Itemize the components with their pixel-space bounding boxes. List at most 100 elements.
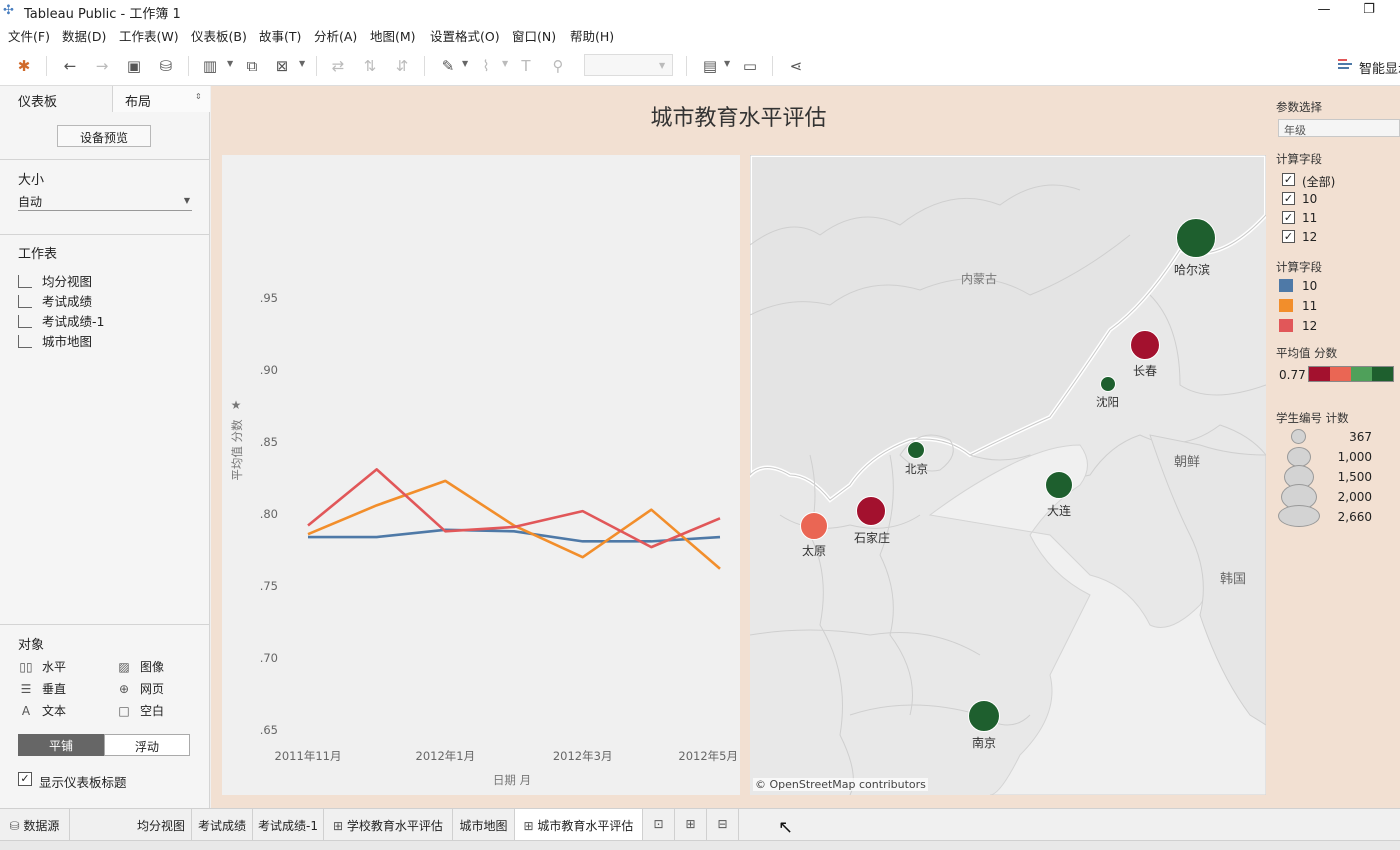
line-chart[interactable]: .95.90.85.80.75.70.65.602011年11月2012年1月2… — [222, 155, 740, 809]
menu-worksheet[interactable]: 工作表(W) — [119, 26, 179, 45]
x-tick-label: 2012年3月 — [553, 749, 613, 763]
new-dashboard-tab-icon[interactable]: ⊞ — [675, 809, 707, 840]
chevron-down-icon[interactable]: ▼ — [462, 59, 468, 68]
city-marker[interactable] — [856, 496, 886, 526]
color-label[interactable]: 12 — [1302, 319, 1317, 333]
new-worksheet-tab-icon[interactable]: ⊡ — [643, 809, 675, 840]
ramp-stop — [1372, 367, 1393, 381]
tab-dashboard[interactable]: 仪表板 — [0, 86, 113, 112]
tab-label: 数据源 — [23, 819, 60, 833]
city-marker[interactable] — [1130, 330, 1160, 360]
sheet-item[interactable]: 考试成绩 — [18, 291, 92, 309]
menu-story[interactable]: 故事(T) — [259, 26, 301, 45]
menu-file[interactable]: 文件(F) — [8, 26, 50, 45]
tiled-button[interactable]: 平铺 — [18, 734, 104, 756]
color-label[interactable]: 11 — [1302, 299, 1317, 313]
line-chart-panel[interactable]: .95.90.85.80.75.70.65.602011年11月2012年1月2… — [222, 155, 740, 809]
tab-layout[interactable]: 布局 ⇕ — [113, 86, 210, 112]
menu-map[interactable]: 地图(M) — [370, 26, 416, 45]
save-icon[interactable]: ▣ — [124, 56, 144, 76]
minimize-icon[interactable]: — — [1312, 2, 1336, 20]
tab-dashboard-sheet-active[interactable]: ⊞ 城市教育水平评估 — [515, 809, 643, 840]
filter-checkbox[interactable]: ✓ — [1282, 173, 1295, 186]
map-attribution[interactable]: © OpenStreetMap contributors — [753, 778, 928, 791]
size-circle — [1278, 505, 1320, 527]
show-title-checkbox[interactable]: ✓ — [18, 772, 32, 786]
map-label-neimenggu: 内蒙古 — [961, 272, 998, 286]
filter-checkbox[interactable]: ✓ — [1282, 192, 1295, 205]
object-vertical[interactable]: ☰ 垂直 — [18, 680, 66, 697]
legend-pane: 参数选择 年级 计算字段 ✓ (全部) ✓ 10 ✓ 11 ✓ 12 计算字段 … — [1275, 86, 1400, 808]
smart-show-label[interactable]: 智能显示 — [1359, 58, 1400, 77]
show-labels-icon[interactable]: T — [516, 56, 536, 76]
object-blank[interactable]: □ 空白 — [116, 702, 164, 719]
size-legend-title: 学生编号 计数 — [1276, 411, 1349, 425]
ramp-stop — [1351, 367, 1372, 381]
city-marker[interactable] — [907, 441, 925, 459]
swap-rows-columns-icon[interactable]: ⇄ — [328, 56, 348, 76]
chevron-down-icon[interactable]: ▼ — [724, 59, 730, 68]
sheet-item[interactable]: 均分视图 — [18, 271, 92, 289]
x-axis-title: 日期 月 — [493, 773, 531, 787]
chevron-down-icon[interactable]: ▼ — [299, 59, 305, 68]
floating-button[interactable]: 浮动 — [104, 734, 190, 756]
clear-sheet-icon[interactable]: ⊠ — [272, 56, 292, 76]
share-icon[interactable]: ⋖ — [786, 56, 806, 76]
chevron-down-icon[interactable]: ▼ — [227, 59, 233, 68]
restore-icon[interactable]: ❐ — [1357, 2, 1381, 20]
sort-descending-icon[interactable]: ⇵ — [392, 56, 412, 76]
chevron-down-icon: ▼ — [183, 196, 190, 205]
tab-data-source[interactable]: ⛁ 数据源 — [0, 809, 70, 840]
color-label[interactable]: 10 — [1302, 279, 1317, 293]
filter-checkbox[interactable]: ✓ — [1282, 230, 1295, 243]
tab-sheet[interactable]: 城市地图 — [453, 809, 515, 840]
object-image[interactable]: ▨ 图像 — [116, 658, 164, 675]
sheet-item[interactable]: 城市地图 — [18, 331, 92, 349]
filter-checkbox[interactable]: ✓ — [1282, 211, 1295, 224]
object-label: 文本 — [42, 704, 67, 718]
undo-icon[interactable]: ← — [60, 56, 80, 76]
menu-dashboard[interactable]: 仪表板(B) — [191, 26, 247, 45]
group-icon[interactable]: ⌇ — [476, 56, 496, 76]
tab-sheet[interactable]: 考试成绩-1 — [253, 809, 324, 840]
toolbar-separator — [46, 56, 47, 76]
object-text[interactable]: A 文本 — [18, 702, 66, 719]
sheet-item[interactable]: 考试成绩-1 — [18, 311, 104, 329]
menu-help[interactable]: 帮助(H) — [570, 26, 614, 45]
menu-data[interactable]: 数据(D) — [62, 26, 106, 45]
redo-icon[interactable]: → — [92, 56, 112, 76]
tab-dashboard-sheet[interactable]: ⊞ 学校教育水平评估 — [324, 809, 453, 840]
new-data-source-icon[interactable]: ⛁ — [156, 56, 176, 76]
menu-format[interactable]: 设置格式(O) — [430, 26, 500, 45]
pin-icon[interactable]: ⚲ — [548, 56, 568, 76]
smart-show-icon[interactable] — [1338, 58, 1352, 72]
city-marker[interactable] — [800, 512, 828, 540]
object-web[interactable]: ⊕ 网页 — [116, 680, 164, 697]
filter-label: 12 — [1302, 230, 1318, 244]
duplicate-sheet-icon[interactable]: ⧉ — [242, 56, 262, 76]
object-horizontal[interactable]: ▯▯ 水平 — [18, 658, 66, 675]
tableau-start-icon[interactable]: ✱ — [14, 56, 34, 76]
highlight-icon[interactable]: ✎ — [438, 56, 458, 76]
city-marker[interactable] — [1100, 376, 1116, 392]
presentation-mode-icon[interactable]: ▭ — [740, 56, 760, 76]
city-marker[interactable] — [968, 700, 1000, 732]
device-preview-button[interactable]: 设备预览 — [57, 125, 151, 147]
worksheet-icon — [18, 315, 32, 328]
new-story-tab-icon[interactable]: ⊟ — [707, 809, 739, 840]
status-bar — [0, 840, 1400, 850]
size-select[interactable]: 自动 ▼ — [18, 193, 192, 211]
city-marker[interactable] — [1176, 218, 1216, 258]
city-marker[interactable] — [1045, 471, 1073, 499]
new-worksheet-icon[interactable]: ▥ — [200, 56, 220, 76]
city-map-panel[interactable]: 内蒙古 朝鲜 韩国 哈尔滨 长春 沈阳 北京 大连 石家庄 太原 南京 © Op… — [750, 155, 1266, 795]
tab-sheet[interactable]: 均分视图 — [131, 809, 192, 840]
sheets-title: 工作表 — [18, 247, 58, 262]
menu-analysis[interactable]: 分析(A) — [314, 26, 357, 45]
tab-sheet[interactable]: 考试成绩 — [192, 809, 253, 840]
menu-window[interactable]: 窗口(N) — [512, 26, 556, 45]
sort-ascending-icon[interactable]: ⇅ — [360, 56, 380, 76]
chevron-down-icon[interactable]: ▼ — [502, 59, 508, 68]
show-cards-icon[interactable]: ▤ — [700, 56, 720, 76]
param-select[interactable]: 年级 — [1278, 119, 1400, 137]
